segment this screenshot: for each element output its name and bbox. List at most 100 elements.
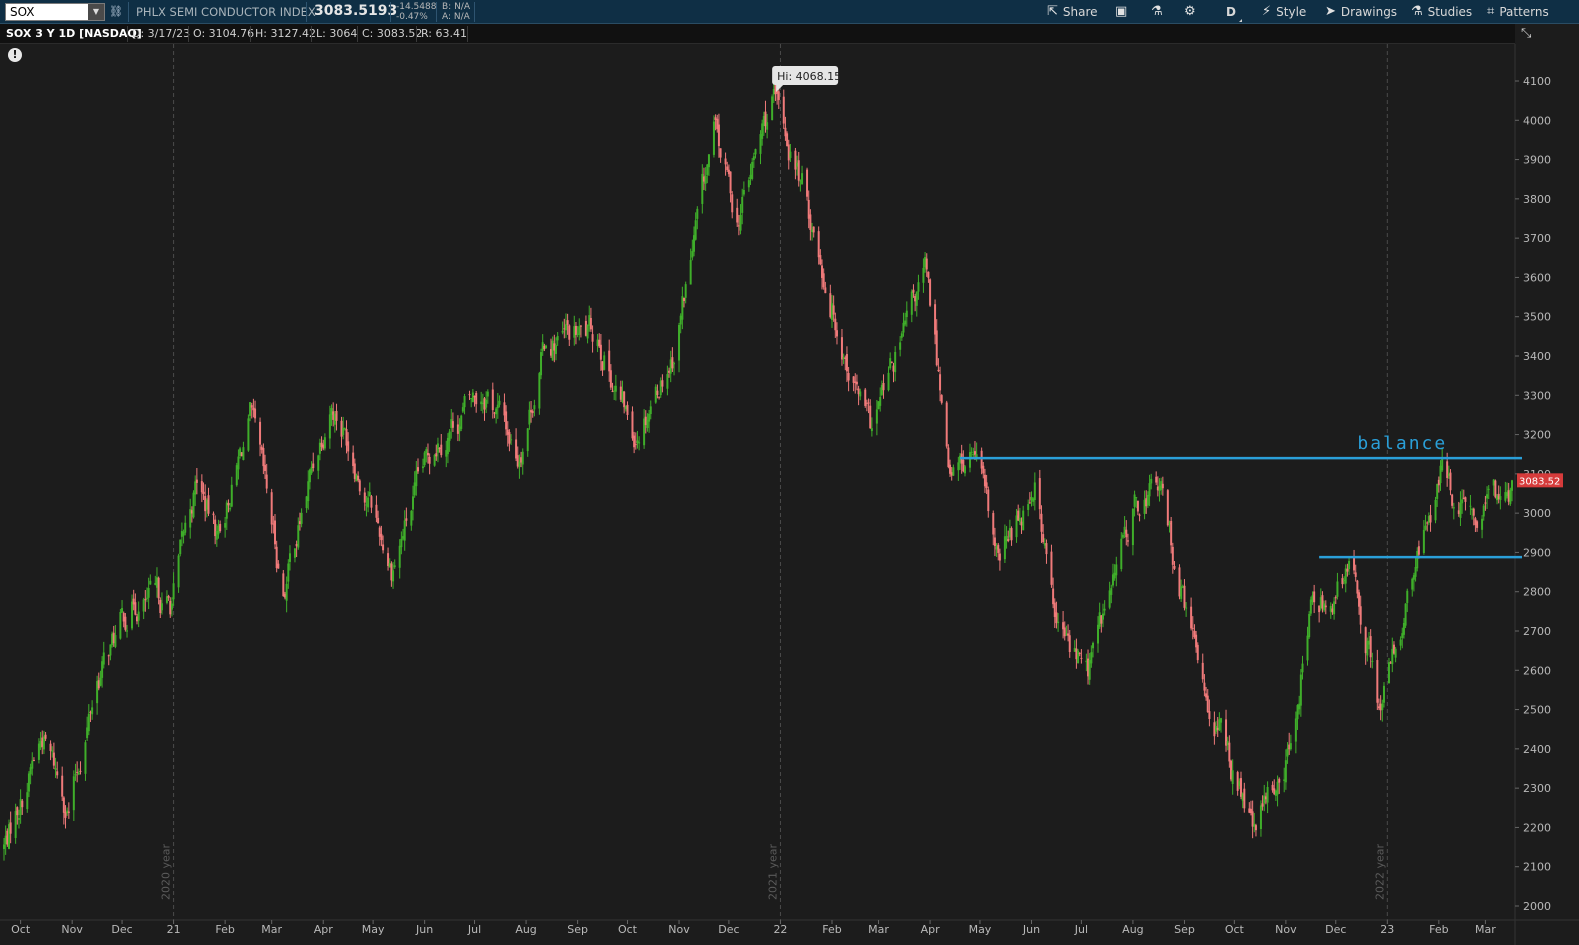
lab-button[interactable]: ⚗	[1151, 3, 1163, 21]
candle-body	[398, 545, 401, 568]
candle-body	[382, 544, 385, 551]
snapshot-button[interactable]: ▣	[1115, 3, 1127, 21]
candle-body	[822, 273, 825, 288]
candle-body	[1452, 507, 1455, 509]
candle-body	[137, 611, 140, 621]
candle-body	[840, 337, 843, 360]
price-chart[interactable]: 2020 year 2021 year 2022 year 2000 2100 2200…	[0, 44, 1579, 945]
candle-body	[1206, 695, 1209, 712]
candle-body	[631, 411, 634, 439]
candle-body	[358, 480, 361, 492]
candle-body	[1348, 560, 1351, 569]
aggregation-button[interactable]: D	[1226, 3, 1242, 22]
candle-body	[678, 324, 681, 361]
link-icon[interactable]: ⛓	[109, 4, 123, 20]
chart-title[interactable]: SOX 3 Y 1D [NASDAQ]	[6, 27, 142, 40]
candle-body	[177, 555, 180, 588]
candle-body	[952, 467, 955, 476]
candle-body	[1183, 585, 1186, 608]
drawings-button[interactable]: ➤ Drawings	[1325, 3, 1397, 21]
candle-body	[219, 524, 222, 532]
patterns-button[interactable]: ⌗ Patterns	[1487, 3, 1549, 21]
candle-body	[742, 189, 745, 195]
candle-body	[54, 768, 57, 770]
candle-body	[1077, 650, 1080, 664]
candle-body	[274, 520, 277, 545]
candle-body	[335, 410, 338, 421]
auto-scale-icon[interactable]: ⤡	[1521, 26, 1531, 41]
candle-body	[661, 380, 664, 387]
candle-body	[195, 479, 198, 483]
time-tick-label: Oct	[11, 923, 31, 936]
time-tick-label: May	[969, 923, 992, 936]
balance-label[interactable]: balance	[1357, 433, 1447, 454]
candle-body	[1243, 788, 1246, 809]
price-tick-label: 2600	[1523, 664, 1551, 677]
candle-body	[899, 342, 902, 350]
style-button[interactable]: ⚡ Style	[1262, 3, 1306, 21]
candle-body	[421, 466, 424, 469]
share-label: Share	[1062, 5, 1098, 19]
candle-body	[247, 418, 250, 451]
candle-body	[277, 563, 280, 569]
time-tick-label: Mar	[1475, 923, 1496, 936]
info-open: O: 3104.76	[193, 27, 255, 40]
candle-body	[904, 320, 907, 325]
candle-body	[1138, 514, 1141, 516]
settings-button[interactable]: ⚙	[1184, 3, 1196, 21]
candle-body	[719, 148, 722, 158]
symbol-dropdown-icon[interactable]: ▼	[88, 4, 104, 20]
candle-body	[591, 334, 594, 342]
studies-button[interactable]: ⚗ Studies	[1411, 3, 1472, 21]
symbol-input[interactable]	[6, 4, 88, 20]
symbol-selector[interactable]: ▼	[5, 3, 105, 21]
candle-body	[368, 491, 371, 497]
candle-body	[1499, 496, 1502, 501]
candle-body	[992, 513, 995, 535]
candle-body	[87, 713, 90, 732]
candle-body	[589, 317, 592, 330]
info-high: H: 3127.42	[255, 27, 316, 40]
candle-body	[17, 818, 20, 820]
candle-body	[707, 154, 710, 168]
patterns-icon: ⌗	[1487, 4, 1495, 19]
candle-body	[574, 325, 577, 335]
toolbar-divider	[128, 2, 129, 22]
candle-body	[739, 215, 742, 231]
share-button[interactable]: ⇱ Share	[1047, 3, 1098, 21]
candle-body	[242, 447, 245, 460]
candle-body	[633, 435, 636, 448]
time-tick-label: Sep	[1174, 923, 1195, 936]
candle-body	[671, 357, 674, 369]
candle-body	[1125, 529, 1128, 538]
candle-body	[545, 345, 548, 349]
candle-body	[224, 523, 227, 528]
candle-body	[410, 510, 413, 526]
candle-body	[1126, 540, 1129, 542]
candle-body	[1018, 517, 1021, 522]
candle-body	[84, 742, 87, 774]
candle-body	[486, 391, 489, 397]
candle-body	[1482, 505, 1485, 517]
candle-body	[890, 361, 893, 363]
candle-body	[1055, 612, 1058, 624]
candle-body	[237, 456, 240, 470]
candle-body	[817, 231, 820, 258]
candle-body	[927, 271, 930, 278]
price-tick-label: 3000	[1523, 507, 1551, 520]
candle-body	[1353, 558, 1356, 571]
candle-body	[363, 492, 366, 503]
alert-icon[interactable]: !	[8, 48, 22, 62]
info-divider	[311, 26, 312, 42]
balance-annotation[interactable]: balance	[1357, 433, 1447, 454]
candle-body	[1472, 508, 1475, 516]
candle-body	[249, 402, 252, 416]
candle-body	[1173, 565, 1176, 569]
candle-body	[819, 255, 822, 265]
candle-body	[900, 333, 903, 338]
info-divider	[416, 26, 417, 42]
toolbar-divider	[390, 2, 391, 22]
price-tick-label: 3900	[1523, 154, 1551, 167]
candle-body	[912, 289, 915, 293]
toolbar-divider	[436, 2, 437, 22]
